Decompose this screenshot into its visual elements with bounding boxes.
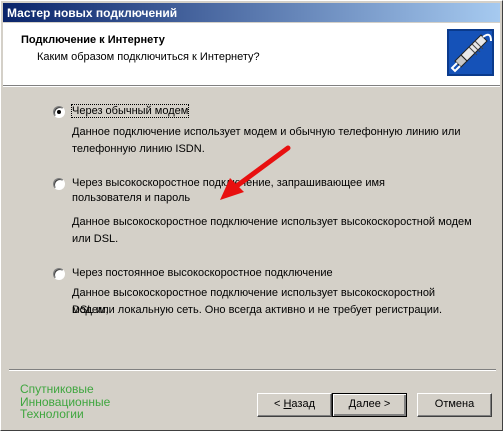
wizard-window: Мастер новых подключений Подключение к И… (0, 0, 503, 431)
option-always-on-label[interactable]: Через постоянное высокоскоростное подклю… (72, 266, 452, 281)
window-title: Мастер новых подключений (7, 6, 178, 20)
cancel-button[interactable]: Отмена (417, 393, 492, 417)
page-subtitle: Каким образом подключиться к Интернету? (37, 51, 260, 63)
title-bar: Мастер новых подключений (3, 3, 500, 22)
branding-text: Спутниковые Инновационные Технологии (20, 383, 110, 421)
radio-selected-dot (57, 110, 61, 114)
footer-separator (9, 369, 496, 371)
option-broadband-login-description-line2: или DSL. (72, 233, 119, 245)
network-cable-icon (447, 29, 494, 76)
radio-dialup-modem[interactable] (53, 106, 65, 118)
wizard-header: Подключение к Интернету Каким образом по… (3, 23, 500, 85)
page-title: Подключение к Интернету (21, 34, 165, 46)
back-button[interactable]: < Назад (257, 393, 332, 417)
option-always-on-description-line2: DSL или локальную сеть. Оно всегда актив… (72, 304, 443, 316)
branding-line1: Спутниковые (20, 382, 94, 396)
branding-line3: Технологии (20, 407, 84, 421)
option-dialup-description-line1: Данное подключение использует модем и об… (72, 126, 461, 138)
radio-broadband-login[interactable] (53, 178, 65, 190)
option-dialup-label[interactable]: Через обычный модем (70, 104, 452, 119)
options-panel: Через обычный модем Данное подключение и… (1, 87, 503, 367)
red-arrow-annotation (220, 145, 291, 200)
next-button[interactable]: Далее > (332, 393, 407, 417)
radio-always-on-broadband[interactable] (53, 268, 65, 280)
next-button-label: алее > (356, 398, 391, 410)
option-broadband-login-description-line1: Данное высокоскоростное подключение испо… (72, 216, 472, 228)
back-button-label: азад (291, 398, 315, 410)
option-dialup-label-text: Через обычный модем (70, 104, 190, 118)
next-button-accel: Д (348, 398, 357, 410)
